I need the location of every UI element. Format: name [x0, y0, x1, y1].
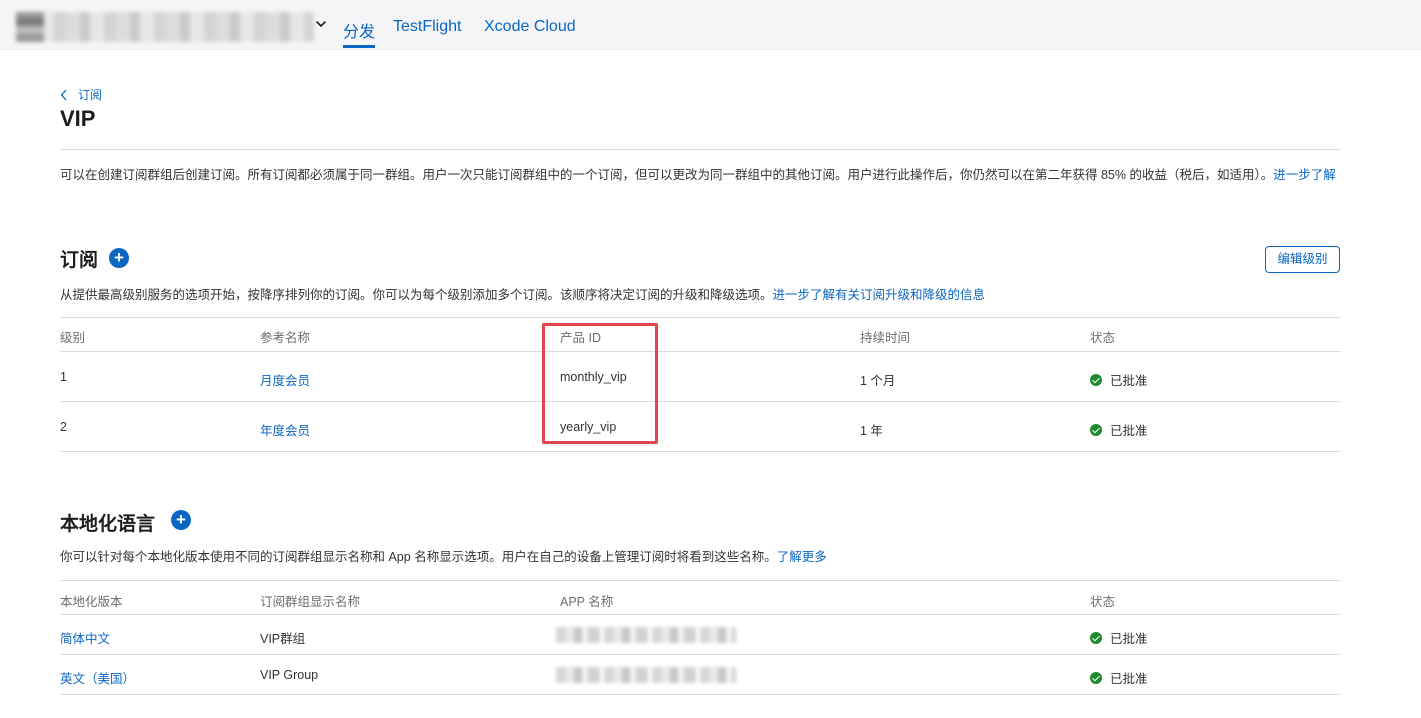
- column-header-group-name: 订阅群组显示名称: [260, 595, 361, 609]
- plus-icon: +: [114, 248, 124, 267]
- product-id: yearly_vip: [560, 420, 617, 434]
- status-text: 已批准: [1110, 632, 1148, 646]
- group-display-name: VIP Group: [260, 668, 319, 682]
- app-name-blurred: [556, 667, 736, 683]
- intro-body: 可以在创建订阅群组后创建订阅。所有订阅都必须属于同一群组。用户一次只能订阅群组中…: [60, 168, 1274, 182]
- row-divider: [60, 401, 1341, 402]
- status-badge: 已批准: [1090, 628, 1148, 647]
- check-circle-icon: [1090, 631, 1102, 644]
- divider: [60, 149, 1341, 150]
- app-selector-blurred[interactable]: [16, 12, 314, 42]
- add-localization-button[interactable]: +: [171, 510, 191, 530]
- localization-title: 本地化语言: [60, 514, 156, 535]
- chevron-left-icon: [60, 89, 67, 100]
- learn-more-link[interactable]: 进一步了解: [1273, 168, 1336, 182]
- status-badge: 已批准: [1090, 420, 1148, 439]
- locale-link[interactable]: 简体中文: [60, 628, 110, 647]
- column-header-locale: 本地化版本: [60, 595, 123, 609]
- duration: 1 年: [860, 424, 883, 438]
- row-divider: [60, 451, 1341, 452]
- upgrade-downgrade-link[interactable]: 进一步了解有关订阅升级和降级的信息: [773, 288, 986, 302]
- subscription-name-link[interactable]: 年度会员: [260, 420, 310, 439]
- top-bar: 分发 TestFlight Xcode Cloud: [0, 0, 1421, 50]
- column-header-status: 状态: [1090, 331, 1116, 345]
- subscriptions-title: 订阅: [60, 250, 99, 271]
- learn-more-link[interactable]: 了解更多: [777, 550, 827, 564]
- breadcrumb-label[interactable]: 订阅: [78, 86, 102, 103]
- chevron-down-icon[interactable]: [315, 18, 327, 30]
- check-circle-icon: [1090, 671, 1102, 684]
- table-top-border: [60, 317, 1341, 318]
- localization-description: 你可以针对每个本地化版本使用不同的订阅群组显示名称和 App 名称显示选项。用户…: [60, 546, 827, 565]
- tab-testflight[interactable]: TestFlight: [393, 18, 461, 36]
- column-header-duration: 持续时间: [860, 331, 911, 345]
- check-circle-icon: [1090, 423, 1102, 436]
- column-header-status: 状态: [1090, 595, 1116, 609]
- status-text: 已批准: [1110, 424, 1148, 438]
- table-header-border: [60, 351, 1341, 352]
- status-badge: 已批准: [1090, 370, 1148, 389]
- status-badge: 已批准: [1090, 668, 1148, 687]
- tab-xcode-cloud[interactable]: Xcode Cloud: [484, 18, 576, 36]
- row-divider: [60, 694, 1341, 695]
- row-divider: [60, 654, 1341, 655]
- column-header-product-id: 产品 ID: [560, 331, 601, 345]
- group-display-name: VIP群组: [260, 632, 306, 646]
- status-text: 已批准: [1110, 672, 1148, 686]
- row-level: 1: [60, 370, 67, 384]
- column-header-app-name: APP 名称: [560, 595, 614, 609]
- subscriptions-description-text: 从提供最高级别服务的选项开始，按降序排列你的订阅。你可以为每个级别添加多个订阅。…: [60, 288, 773, 302]
- plus-icon: +: [176, 510, 186, 529]
- breadcrumb[interactable]: 订阅: [60, 86, 102, 103]
- check-circle-icon: [1090, 373, 1102, 386]
- subscription-name-link[interactable]: 月度会员: [260, 370, 310, 389]
- table-header-border: [60, 614, 1341, 615]
- app-name-blurred: [556, 627, 736, 643]
- intro-text: 可以在创建订阅群组后创建订阅。所有订阅都必须属于同一群组。用户一次只能订阅群组中…: [60, 166, 1340, 184]
- active-tab-indicator: [343, 45, 375, 48]
- tab-distribution[interactable]: 分发: [343, 18, 375, 42]
- locale-link[interactable]: 英文（美国）: [60, 668, 135, 687]
- row-level: 2: [60, 420, 67, 434]
- status-text: 已批准: [1110, 374, 1148, 388]
- column-header-level: 级别: [60, 331, 86, 345]
- product-id: monthly_vip: [560, 370, 627, 384]
- table-top-border: [60, 580, 1341, 581]
- duration: 1 个月: [860, 374, 896, 388]
- page-title: VIP: [60, 106, 96, 131]
- column-header-ref-name: 参考名称: [260, 331, 311, 345]
- edit-levels-button[interactable]: 编辑级别: [1265, 246, 1340, 273]
- localization-description-text: 你可以针对每个本地化版本使用不同的订阅群组显示名称和 App 名称显示选项。用户…: [60, 550, 777, 564]
- add-subscription-button[interactable]: +: [109, 248, 129, 268]
- subscriptions-description: 从提供最高级别服务的选项开始，按降序排列你的订阅。你可以为每个级别添加多个订阅。…: [60, 284, 985, 303]
